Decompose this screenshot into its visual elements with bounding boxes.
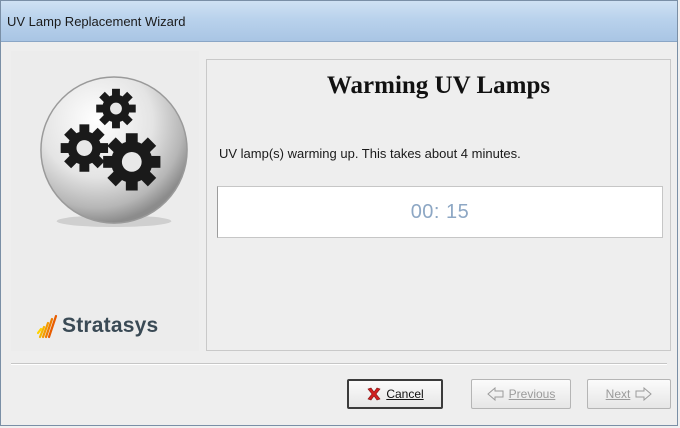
close-icon: [367, 387, 381, 401]
separator: [11, 363, 667, 365]
next-label: Next: [605, 387, 631, 401]
previous-button[interactable]: Previous: [471, 379, 571, 409]
content-panel: Warming UV Lamps UV lamp(s) warming up. …: [206, 59, 671, 351]
brand-name: Stratasys: [62, 314, 159, 337]
stratasys-mark-icon: [37, 314, 58, 339]
brand-logo: Stratasys: [37, 311, 158, 341]
window-title: UV Lamp Replacement Wizard: [7, 14, 186, 29]
arrow-right-icon: [635, 387, 653, 401]
arrow-left-icon: [486, 387, 504, 401]
cancel-button[interactable]: Cancel: [347, 379, 443, 409]
countdown-timer: 00: 15: [217, 186, 663, 238]
cancel-label: Cancel: [386, 387, 424, 401]
status-message: UV lamp(s) warming up. This takes about …: [219, 146, 521, 161]
previous-label: Previous: [508, 387, 556, 401]
title-bar[interactable]: UV Lamp Replacement Wizard: [1, 1, 677, 42]
next-button[interactable]: Next: [587, 379, 671, 409]
left-panel: Stratasys: [11, 51, 199, 351]
gears-icon: [40, 76, 188, 228]
page-title: Warming UV Lamps: [326, 72, 551, 99]
wizard-window: UV Lamp Replacement Wizard Stratasys War…: [0, 0, 678, 426]
